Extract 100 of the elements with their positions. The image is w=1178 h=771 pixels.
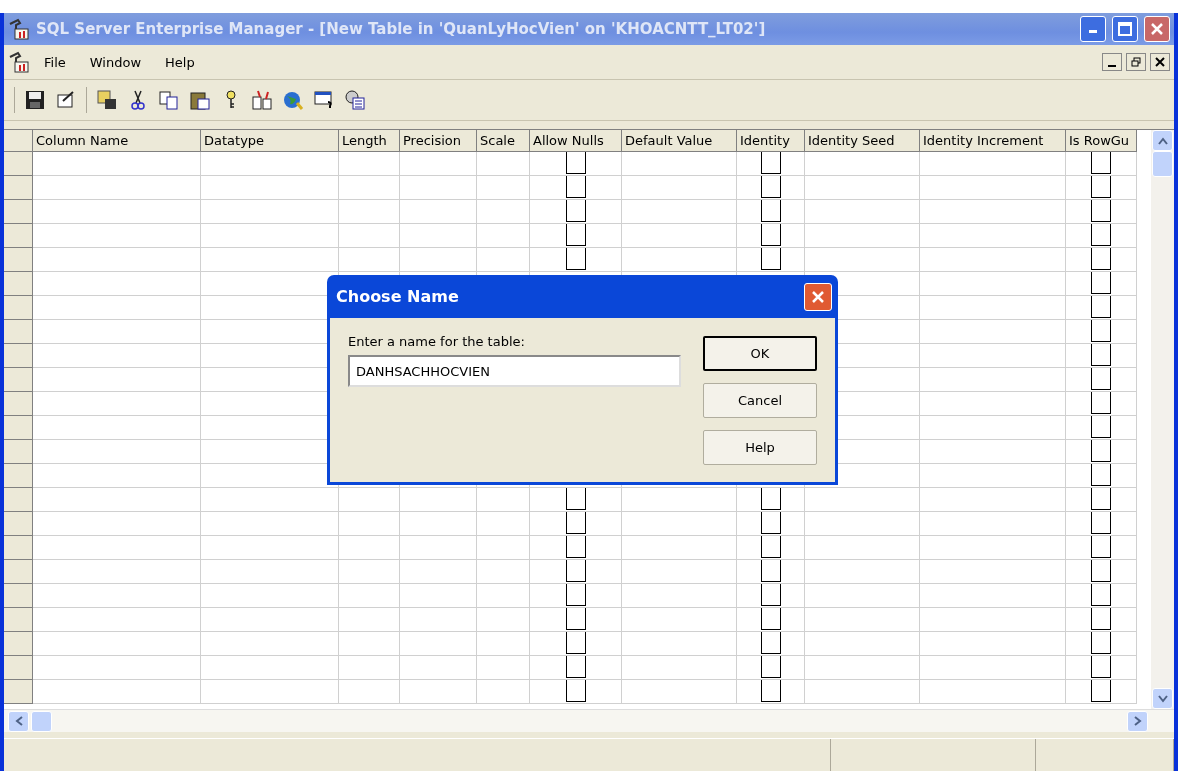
table-cell[interactable] [400, 656, 477, 680]
row-header[interactable] [4, 368, 33, 392]
row-header[interactable] [4, 536, 33, 560]
table-cell[interactable] [805, 560, 920, 584]
table-cell[interactable] [622, 152, 737, 176]
table-cell[interactable] [920, 584, 1066, 608]
table-cell[interactable] [477, 512, 530, 536]
table-cell[interactable] [805, 176, 920, 200]
checkbox[interactable] [1091, 512, 1111, 534]
checkbox[interactable] [760, 200, 781, 222]
checkbox[interactable] [760, 512, 781, 534]
row-header[interactable] [4, 488, 33, 512]
table-cell[interactable] [477, 152, 530, 176]
table-cell[interactable] [622, 176, 737, 200]
table-cell[interactable] [920, 296, 1066, 320]
table-cell[interactable] [33, 656, 201, 680]
table-cell[interactable] [339, 176, 400, 200]
checkbox[interactable] [565, 248, 586, 270]
row-header[interactable] [4, 392, 33, 416]
checkbox[interactable] [1091, 536, 1111, 558]
dialog-button[interactable]: OK [703, 336, 817, 371]
globe-icon[interactable] [282, 89, 304, 111]
table-cell[interactable] [920, 392, 1066, 416]
table-script-icon[interactable] [96, 89, 118, 111]
table-cell[interactable] [201, 488, 339, 512]
table-cell[interactable] [33, 584, 201, 608]
checkbox[interactable] [760, 248, 781, 270]
table-cell[interactable] [477, 176, 530, 200]
row-header[interactable] [4, 152, 33, 176]
scroll-thumb[interactable] [31, 710, 52, 732]
table-cell[interactable] [33, 344, 201, 368]
table-cell[interactable] [477, 584, 530, 608]
menu-item[interactable]: File [34, 52, 76, 72]
table-cell[interactable] [201, 200, 339, 224]
checkbox[interactable] [1091, 320, 1111, 342]
row-header[interactable] [4, 512, 33, 536]
copy-icon[interactable] [158, 89, 180, 111]
table-cell[interactable] [33, 320, 201, 344]
manage-icon[interactable] [344, 89, 366, 111]
checkbox[interactable] [760, 536, 781, 558]
table-cell[interactable] [477, 560, 530, 584]
table-cell[interactable] [477, 536, 530, 560]
checkbox[interactable] [1091, 680, 1111, 702]
checkbox[interactable] [1091, 656, 1111, 678]
table-cell[interactable] [805, 632, 920, 656]
row-header[interactable] [4, 680, 33, 704]
table-cell[interactable] [477, 608, 530, 632]
table-cell[interactable] [920, 176, 1066, 200]
table-cell[interactable] [339, 608, 400, 632]
table-cell[interactable] [201, 152, 339, 176]
checkbox[interactable] [760, 152, 781, 174]
table-cell[interactable] [622, 536, 737, 560]
checkbox[interactable] [1091, 632, 1111, 654]
checkbox[interactable] [565, 608, 586, 630]
checkbox[interactable] [1091, 344, 1111, 366]
row-header[interactable] [4, 200, 33, 224]
checkbox[interactable] [1091, 176, 1111, 198]
scroll-thumb[interactable] [1152, 151, 1173, 177]
table-cell[interactable] [920, 368, 1066, 392]
table-cell[interactable] [33, 464, 201, 488]
checkbox[interactable] [1091, 560, 1111, 582]
table-cell[interactable] [339, 656, 400, 680]
checkbox[interactable] [760, 584, 781, 606]
table-cell[interactable] [201, 560, 339, 584]
checkbox[interactable] [565, 224, 586, 246]
table-cell[interactable] [920, 680, 1066, 704]
table-cell[interactable] [339, 512, 400, 536]
table-cell[interactable] [339, 560, 400, 584]
checkbox[interactable] [760, 680, 781, 702]
table-cell[interactable] [805, 608, 920, 632]
table-cell[interactable] [339, 200, 400, 224]
checkbox[interactable] [1091, 296, 1111, 318]
table-cell[interactable] [622, 560, 737, 584]
relationships-icon[interactable] [251, 89, 273, 111]
table-cell[interactable] [33, 272, 201, 296]
table-cell[interactable] [33, 608, 201, 632]
table-cell[interactable] [477, 656, 530, 680]
row-header[interactable] [4, 224, 33, 248]
paste-icon[interactable] [189, 89, 211, 111]
table-cell[interactable] [33, 296, 201, 320]
table-cell[interactable] [920, 200, 1066, 224]
checkbox[interactable] [1091, 608, 1111, 630]
table-cell[interactable] [33, 632, 201, 656]
table-cell[interactable] [400, 248, 477, 272]
table-cell[interactable] [805, 680, 920, 704]
checkbox[interactable] [760, 632, 781, 654]
checkbox[interactable] [565, 560, 586, 582]
row-header[interactable] [4, 632, 33, 656]
table-cell[interactable] [201, 176, 339, 200]
table-cell[interactable] [400, 176, 477, 200]
table-cell[interactable] [33, 176, 201, 200]
table-cell[interactable] [920, 320, 1066, 344]
checkbox[interactable] [1091, 200, 1111, 222]
table-cell[interactable] [920, 488, 1066, 512]
table-cell[interactable] [201, 656, 339, 680]
table-cell[interactable] [805, 152, 920, 176]
table-cell[interactable] [400, 632, 477, 656]
table-cell[interactable] [400, 536, 477, 560]
table-cell[interactable] [920, 248, 1066, 272]
checkbox[interactable] [1091, 248, 1111, 270]
